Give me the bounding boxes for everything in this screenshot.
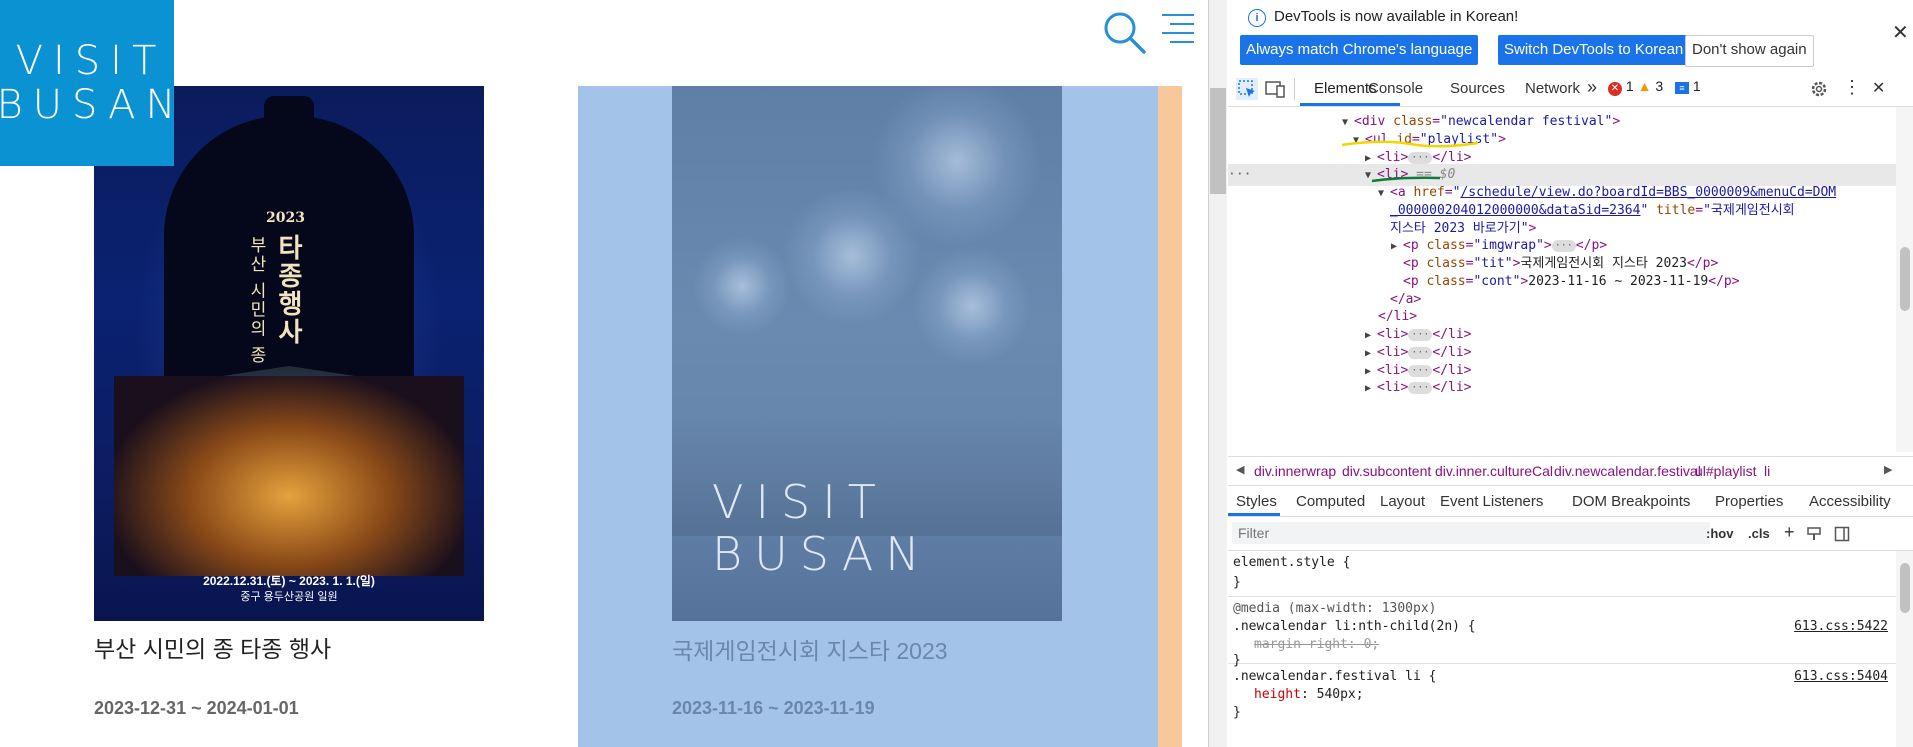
poster-place: 중구 용두산공원 일원 (240, 591, 338, 603)
tab-computed[interactable]: Computed (1296, 493, 1365, 510)
styles-pane[interactable]: element.style { } @media (max-width: 130… (1228, 551, 1896, 747)
device-toolbar-icon[interactable] (1264, 78, 1286, 100)
tab-properties[interactable]: Properties (1715, 493, 1783, 510)
style-rule-nth-child[interactable]: @media (max-width: 1300px) .newcalendar … (1228, 597, 1896, 668)
placeholder-logo-line2: BUSAN (712, 527, 932, 581)
styles-filter-input[interactable] (1232, 522, 1710, 544)
tab-sources[interactable]: Sources (1450, 80, 1505, 97)
warning-count: 3 (1655, 78, 1664, 94)
style-declaration[interactable]: height: 540px; (1254, 685, 1364, 705)
event-card-date: 2023-12-31 ~ 2024-01-01 (94, 698, 299, 718)
breadcrumb-item[interactable]: div.innerwrap (1254, 463, 1336, 479)
style-rule-element[interactable]: element.style { } (1228, 551, 1896, 597)
style-rule-festival-li[interactable]: .newcalendar.festival li { 613.css:5404 … (1228, 665, 1896, 725)
visit-busan-logo[interactable]: VISIT BUSAN (0, 0, 175, 166)
inspect-element-icon[interactable] (1236, 78, 1258, 100)
dom-node-li-collapsed[interactable]: ▶ <li> ··· </li> (1228, 377, 1913, 399)
active-tab-indicator (1300, 103, 1400, 106)
tab-network[interactable]: Network (1525, 80, 1580, 97)
poster-subheading: 부산 시민의 종 (246, 236, 266, 365)
logo-line2: BUSAN (0, 82, 186, 128)
toolbar-divider (1294, 78, 1295, 100)
tab-dom-breakpoints[interactable]: DOM Breakpoints (1572, 493, 1690, 510)
placeholder-logo-line1: VISIT (712, 475, 888, 529)
dom-tree-scrollbar[interactable] (1896, 107, 1913, 452)
firework-burst (692, 236, 792, 336)
infobar-message: DevTools is now available in Korean! (1274, 8, 1519, 25)
logo-line1: VISIT (15, 38, 167, 84)
tab-console[interactable]: Console (1368, 80, 1423, 97)
webpage-viewport: VISIT BUSAN 2023 타종행사 부산 시민의 종 2022.12.3… (0, 0, 1208, 747)
event-card-image-fireworks[interactable]: VISIT BUSAN (672, 86, 1062, 621)
new-style-rule-icon[interactable]: + (1784, 522, 1795, 543)
event-card-title[interactable]: 국제게임전시회 지스타 2023 (672, 632, 948, 666)
tab-styles[interactable]: Styles (1236, 493, 1277, 510)
error-count: 1 (1625, 78, 1634, 94)
warning-icon: ▲ (1637, 78, 1652, 94)
pavilion-lights (114, 376, 464, 576)
dont-show-again-button[interactable]: Don't show again (1685, 35, 1814, 67)
paint-brush-icon[interactable] (1806, 526, 1822, 542)
css-source-link[interactable]: 613.css:5404 (1794, 667, 1888, 687)
tab-layout[interactable]: Layout (1380, 493, 1425, 510)
info-icon: i (1248, 9, 1266, 27)
error-icon: ✕ (1608, 82, 1622, 96)
breadcrumb-item[interactable]: li (1764, 463, 1770, 479)
error-count-badge[interactable]: ✕ 1 ▲ 3 (1608, 78, 1663, 96)
breadcrumb: ◀ div.innerwrap div.subcontent div.inner… (1228, 456, 1913, 486)
switch-language-button[interactable]: Switch DevTools to Korean (1498, 35, 1690, 65)
more-options-icon[interactable]: ⋮ (1843, 77, 1861, 98)
event-card-title[interactable]: 부산 시민의 종 타종 행사 (94, 630, 331, 664)
language-infobar: i DevTools is now available in Korean! A… (1228, 0, 1913, 73)
styles-scrollbar[interactable] (1896, 551, 1913, 747)
hamburger-menu-icon[interactable] (1160, 12, 1196, 50)
message-icon: ≡ (1675, 82, 1689, 94)
scrollbar-thumb[interactable] (1900, 563, 1910, 613)
breadcrumb-scroll-left-icon[interactable]: ◀ (1236, 463, 1244, 476)
event-card-image-bell[interactable]: 2023 타종행사 부산 시민의 종 2022.12.31.(토) ~ 2023… (94, 86, 484, 621)
css-source-link[interactable]: 613.css:5422 (1794, 617, 1888, 637)
breadcrumb-item[interactable]: div.inner.cultureCal (1435, 463, 1553, 479)
active-subtab-indicator (1228, 513, 1280, 516)
close-devtools-icon[interactable]: ✕ (1872, 78, 1885, 98)
search-icon[interactable] (1102, 10, 1146, 54)
class-toggle-button[interactable]: .cls (1748, 526, 1770, 541)
firework-burst (912, 246, 1032, 366)
close-icon[interactable]: ✕ (1892, 20, 1909, 45)
tab-event-listeners[interactable]: Event Listeners (1440, 493, 1543, 510)
breadcrumb-scroll-right-icon[interactable]: ▶ (1884, 463, 1892, 476)
message-count: 1 (1692, 78, 1701, 94)
poster-dates: 2022.12.31.(토) ~ 2023. 1. 1.(일) (203, 574, 375, 588)
page-scrollbar[interactable] (1209, 0, 1227, 747)
styles-filter-row: :hov .cls + (1228, 518, 1913, 551)
hover-state-button[interactable]: :hov (1706, 526, 1733, 541)
settings-gear-icon[interactable] (1808, 78, 1830, 100)
breadcrumb-item[interactable]: ul#playlist (1695, 463, 1756, 479)
more-tabs-chevron-icon[interactable]: » (1587, 77, 1597, 98)
poster-heading: 타종행사 (273, 234, 303, 346)
firework-burst (782, 186, 922, 326)
styles-subtabs: Styles Computed Layout Event Listeners D… (1228, 486, 1913, 517)
devtools-toolbar: Elements Console Sources Network » ✕ 1 ▲… (1228, 72, 1913, 107)
match-language-button[interactable]: Always match Chrome's language (1240, 35, 1479, 65)
scrollbar-thumb[interactable] (1900, 247, 1910, 311)
message-count-badge[interactable]: ≡ 1 (1675, 78, 1701, 94)
placeholder-logo: VISIT BUSAN (712, 476, 932, 580)
tab-accessibility[interactable]: Accessibility (1809, 493, 1891, 510)
dom-tree[interactable]: ▼ <div class="newcalendar festival"> ▼ <ul… (1228, 107, 1913, 452)
devtools-panel: i DevTools is now available in Korean! A… (1208, 0, 1913, 747)
margin-highlight (1158, 86, 1182, 747)
overridden-declaration[interactable]: margin-right: 0; (1254, 635, 1379, 655)
toggle-sidebar-icon[interactable] (1834, 526, 1850, 542)
poster-year: 2023 (266, 210, 305, 226)
breadcrumb-item[interactable]: div.subcontent (1342, 463, 1431, 479)
event-card-date: 2023-11-16 ~ 2023-11-19 (672, 698, 875, 718)
scrollbar-thumb[interactable] (1210, 88, 1226, 194)
breadcrumb-item[interactable]: div.newcalendar.festival (1554, 463, 1701, 479)
